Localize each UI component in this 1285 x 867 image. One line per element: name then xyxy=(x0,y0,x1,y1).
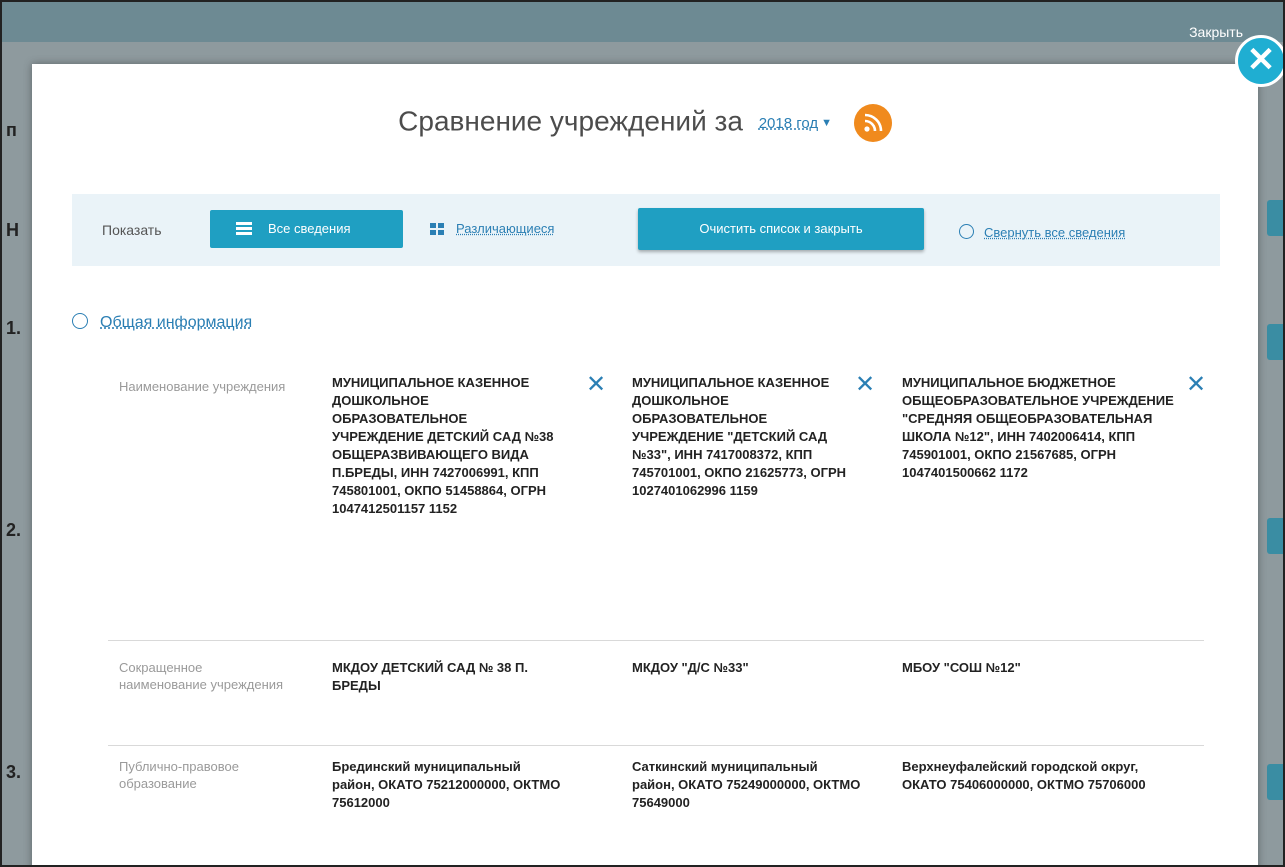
table-cell: Саткинский муниципальный район, ОКАТО 75… xyxy=(632,759,861,810)
background-close-link[interactable]: Закрыть xyxy=(1189,24,1243,40)
background-marker: п xyxy=(6,120,17,140)
list-icon xyxy=(236,222,252,235)
all-info-label: Все сведения xyxy=(268,221,351,236)
background-marker: 1. xyxy=(6,318,22,338)
rss-icon[interactable] xyxy=(853,104,892,142)
remove-institution-icon[interactable]: ✕ xyxy=(586,370,606,399)
background-side-tab[interactable] xyxy=(1267,764,1283,800)
section-title: Общая информация xyxy=(100,314,253,331)
collapse-all-link[interactable]: Свернуть все сведения xyxy=(959,222,1125,240)
row-label: Сокращенное наименование учреждения xyxy=(119,660,284,692)
show-label: Показать xyxy=(102,222,162,238)
table-row: Наименование учреждения МУНИЦИПАЛЬНОЕ КА… xyxy=(108,371,1206,641)
background-marker: Н xyxy=(6,220,19,240)
table-cell: МУНИЦИПАЛЬНОЕ КАЗЕННОЕ ДОШКОЛЬНОЕ ОБРАЗО… xyxy=(632,375,847,498)
year-selector[interactable]: 2018 год xyxy=(759,115,818,132)
background-marker: 3. xyxy=(6,762,22,782)
row-label: Наименование учреждения xyxy=(119,379,286,394)
table-cell: МУНИЦИПАЛЬНОЕ КАЗЕННОЕ ДОШКОЛЬНОЕ ОБРАЗО… xyxy=(332,375,554,516)
all-info-button[interactable]: Все сведения xyxy=(210,210,403,248)
clear-and-close-button[interactable]: Очистить список и закрыть xyxy=(638,208,924,250)
app-frame: Закрыть п Н 1. 2. 3. Сравнение учреждени… xyxy=(0,0,1285,867)
remove-institution-icon[interactable]: ✕ xyxy=(1186,370,1206,399)
collapse-all-label: Свернуть все сведения xyxy=(984,225,1126,240)
table-cell: МКДОУ ДЕТСКИЙ САД № 38 П. БРЕДЫ xyxy=(332,660,528,693)
general-info-toggle[interactable]: Общая информация xyxy=(72,311,252,332)
chevron-down-icon[interactable]: ▼ xyxy=(821,117,832,129)
table-cell: Брединский муниципальный район, ОКАТО 75… xyxy=(332,759,561,810)
row-label: Публично-правовое образование xyxy=(119,759,239,791)
table-row: Публично-правовое образование Брединский… xyxy=(108,746,1204,856)
background-side-tab[interactable] xyxy=(1267,518,1283,554)
grid-icon xyxy=(430,223,444,235)
background-topbar xyxy=(2,2,1283,42)
differing-button[interactable]: Различающиеся xyxy=(420,210,610,248)
compare-modal: Сравнение учреждений за 2018 год ▼ Показа… xyxy=(32,64,1258,865)
modal-title-row: Сравнение учреждений за 2018 год ▼ xyxy=(32,104,1258,142)
modal-title: Сравнение учреждений за xyxy=(398,105,743,137)
compare-toolbar: Показать Все сведения Различающиеся Очис… xyxy=(72,194,1220,266)
table-row: Сокращенное наименование учреждения МКДО… xyxy=(108,651,1204,746)
differing-label: Различающиеся xyxy=(456,221,555,236)
table-cell: МБОУ "СОШ №12" xyxy=(902,660,1021,675)
close-icon[interactable]: ✕ xyxy=(1235,35,1283,87)
background-side-tab[interactable] xyxy=(1267,324,1283,360)
comparison-table: Наименование учреждения МУНИЦИПАЛЬНОЕ КА… xyxy=(108,371,1206,856)
collapse-icon xyxy=(72,313,88,329)
collapse-icon xyxy=(959,224,974,239)
remove-institution-icon[interactable]: ✕ xyxy=(855,370,875,399)
table-cell: Верхнеуфалейский городской округ, ОКАТО … xyxy=(902,759,1146,792)
background-marker: 2. xyxy=(6,520,22,540)
table-cell: МУНИЦИПАЛЬНОЕ БЮДЖЕТНОЕ ОБЩЕОБРАЗОВАТЕЛЬ… xyxy=(902,375,1174,480)
table-cell: МКДОУ "Д/С №33" xyxy=(632,660,749,675)
background-side-tab[interactable] xyxy=(1267,200,1283,236)
